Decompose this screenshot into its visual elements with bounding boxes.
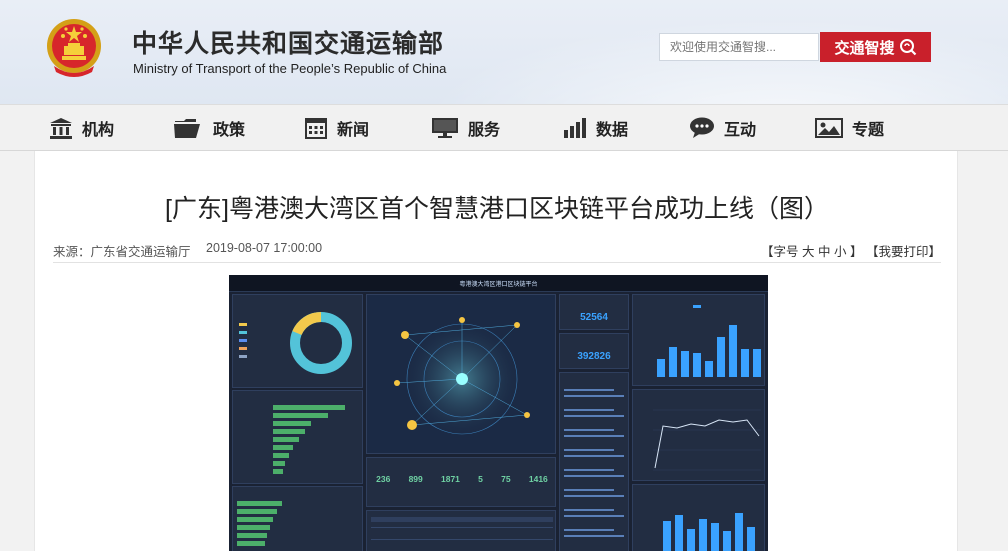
counter-value: 5	[478, 474, 483, 484]
font-size-prefix: 【字号	[760, 245, 799, 259]
nav-label: 政策	[213, 122, 246, 139]
nav-item-jigou[interactable]: 机构	[49, 105, 114, 151]
site-title-en: Ministry of Transport of the People’s Re…	[133, 61, 447, 76]
line-chart	[653, 409, 761, 471]
donut-panel	[232, 294, 363, 388]
article-source: 来源：广东省交通运输厅	[53, 245, 191, 259]
nav-label: 新闻	[337, 122, 370, 139]
hbar-panel	[232, 390, 363, 484]
event-list	[564, 389, 624, 537]
font-small-link[interactable]: 小	[834, 245, 847, 259]
counter-row: 236 899 1871 5 75 1416	[367, 474, 557, 484]
font-size-suffix: 】	[849, 245, 863, 259]
article-panel: [广东]粤港澳大湾区首个智慧港口区块链平台成功上线（图） 来源：广东省交通运输厅…	[34, 151, 958, 551]
site-header: 中华人民共和国交通运输部 Ministry of Transport of th…	[0, 0, 1008, 104]
stat2-panel: 392826	[559, 333, 629, 369]
nav-item-hudong[interactable]: 互动	[689, 105, 756, 151]
chat-bubble-icon	[690, 117, 714, 138]
nav-label: 互动	[724, 122, 757, 139]
vbar-panel	[632, 294, 765, 386]
article-date: 2019-08-07 17:00:00	[206, 241, 323, 255]
search-icon	[899, 39, 916, 56]
print-link[interactable]: 【我要打印】	[866, 245, 941, 259]
vbar-chart	[657, 305, 761, 377]
counter-panel: 236 899 1871 5 75 1416	[366, 457, 556, 507]
nav-label: 机构	[82, 122, 115, 139]
site-title-cn: 中华人民共和国交通运输部	[132, 30, 445, 58]
building-icon	[50, 118, 72, 139]
main-nav: 机构 政策 新闻 服务 数据 互动 专题	[0, 104, 1008, 151]
stat1-value: 52564	[580, 312, 608, 323]
vbar-chart-2	[663, 513, 755, 551]
monitor-icon	[432, 118, 458, 138]
stat1-panel: 52564	[559, 294, 629, 330]
counter-value: 1416	[528, 474, 548, 484]
vbar-panel-2	[632, 484, 765, 551]
stat2-value: 392826	[577, 351, 611, 362]
meta-divider	[53, 262, 941, 263]
network-panel	[366, 294, 556, 454]
nav-label: 服务	[468, 122, 501, 139]
counter: 75	[501, 474, 510, 484]
counter: 236	[376, 474, 390, 484]
counter: 1416	[529, 474, 548, 484]
counter: 1871	[441, 474, 460, 484]
dashboard-title: 粤港澳大湾区港口区块链平台	[459, 282, 538, 288]
search-button-label: 交通智搜	[834, 39, 895, 57]
font-large-link[interactable]: 大	[802, 245, 815, 259]
nav-item-xinwen[interactable]: 新闻	[304, 105, 369, 151]
bar-chart-icon	[564, 118, 586, 138]
search-button[interactable]: 交通智搜	[820, 32, 931, 62]
counter-value: 236	[376, 474, 391, 484]
line-panel	[632, 389, 765, 481]
dashboard-topbar: 粤港澳大湾区港口区块链平台	[229, 275, 768, 292]
counter-value: 899	[408, 474, 423, 484]
nav-item-zhengce[interactable]: 政策	[174, 105, 245, 151]
event-list-panel	[559, 372, 629, 551]
hbar-panel-2	[232, 486, 363, 551]
nav-label: 专题	[852, 122, 885, 139]
hbar-chart-2	[237, 501, 282, 546]
mini-table	[371, 517, 553, 540]
hbar-chart	[273, 405, 345, 474]
table-panel	[366, 510, 556, 551]
article-meta: 来源：广东省交通运输厅 2019-08-07 17:00:00 【字号 大 中 …	[53, 239, 941, 259]
network-graph	[394, 317, 530, 439]
national-emblem-icon	[47, 19, 101, 77]
counter-value: 1871	[441, 474, 460, 484]
donut-chart	[239, 312, 352, 374]
counter: 899	[409, 474, 423, 484]
nav-item-shuju[interactable]: 数据	[563, 105, 628, 151]
nav-label: 数据	[596, 122, 629, 139]
nav-item-fuwu[interactable]: 服务	[431, 105, 500, 151]
folder-icon	[174, 119, 200, 138]
font-medium-link[interactable]: 中	[818, 245, 831, 259]
font-size-controls: 【字号 大 中 小 】 【我要打印】	[761, 241, 941, 260]
search-input[interactable]	[659, 33, 819, 61]
nav-item-zhuanti[interactable]: 专题	[815, 105, 884, 151]
calendar-grid-icon	[305, 118, 327, 139]
article-title: [广东]粤港澳大湾区首个智慧港口区块链平台成功上线（图）	[165, 195, 829, 223]
counter-value: 75	[501, 474, 511, 484]
picture-icon	[815, 118, 843, 138]
article-image-dashboard: 粤港澳大湾区港口区块链平台 236 899 1871 5 75 1416 525…	[229, 275, 768, 551]
counter: 5	[478, 474, 483, 484]
